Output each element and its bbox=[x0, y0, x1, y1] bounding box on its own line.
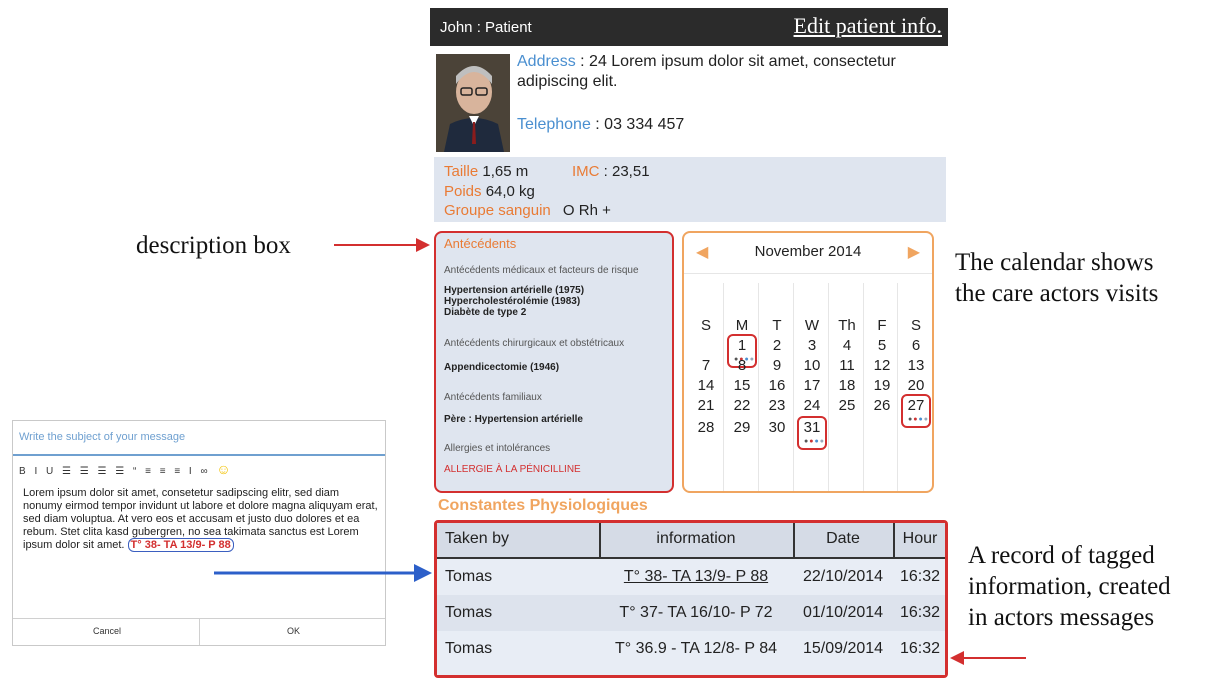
annotation-arrows bbox=[214, 238, 1026, 665]
arrow-to-description-box bbox=[334, 238, 430, 252]
arrow-to-table bbox=[950, 651, 1026, 665]
arrow-tag-to-table bbox=[214, 564, 432, 582]
